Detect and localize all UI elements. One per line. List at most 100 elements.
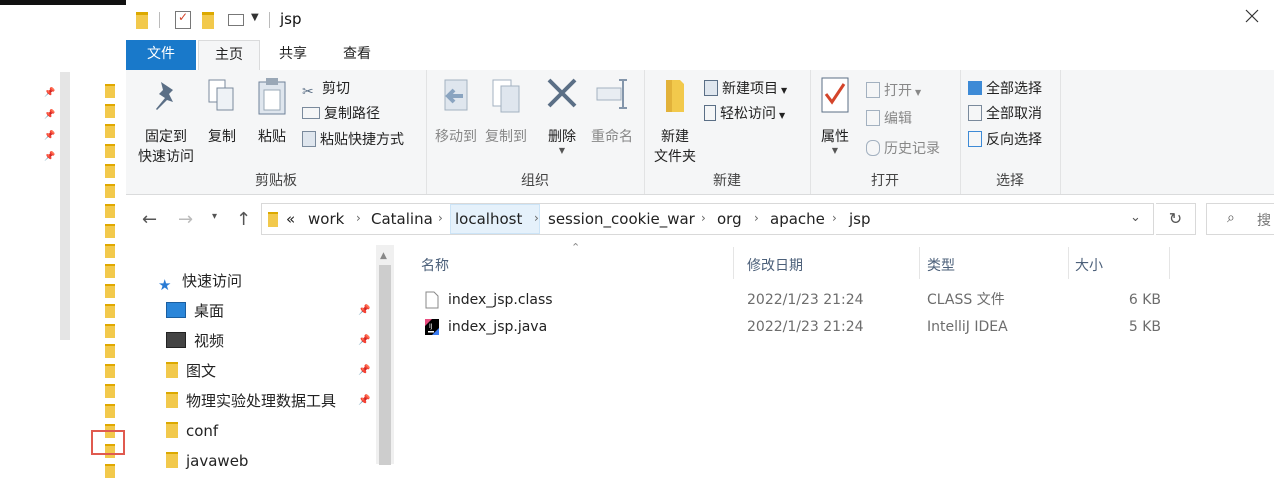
paste-icon	[258, 78, 286, 115]
breadcrumb-org[interactable]: org	[717, 210, 742, 228]
column-divider[interactable]	[919, 247, 920, 279]
new-item-icon	[704, 80, 718, 96]
delete-label: 删除	[548, 129, 576, 145]
column-divider[interactable]	[1068, 247, 1069, 279]
nav-item-conf[interactable]: conf	[166, 419, 218, 443]
refresh-button[interactable]: ↻	[1156, 203, 1196, 235]
new-folder-icon[interactable]	[202, 12, 214, 29]
tab-share[interactable]: 共享	[268, 40, 318, 70]
chevron-down-icon[interactable]: ▼	[251, 12, 259, 23]
chevron-right-icon[interactable]: ›	[356, 211, 361, 225]
breadcrumb-session-cookie-war[interactable]: session_cookie_war	[548, 210, 695, 228]
up-button[interactable]: ↑	[236, 209, 251, 230]
scissors-icon: ✂	[302, 84, 314, 100]
recent-locations-chevron-icon[interactable]: ▾	[212, 211, 217, 222]
nav-item-javaweb[interactable]: javaweb	[166, 449, 248, 473]
easy-access-button[interactable]: 轻松访问 ▼	[704, 103, 785, 125]
easy-access-label: 轻松访问	[720, 106, 776, 122]
scrollbar-thumb[interactable]	[379, 265, 391, 465]
chevron-down-icon[interactable]: ▼	[542, 146, 582, 155]
copy-to-button[interactable]: 复制到	[482, 76, 530, 146]
nav-item-video[interactable]: 视频	[166, 329, 224, 353]
edit-button[interactable]: 编辑	[866, 108, 912, 130]
chevron-right-icon[interactable]: ›	[832, 211, 837, 225]
chevron-right-icon[interactable]: ›	[754, 211, 759, 225]
select-all-button[interactable]: 全部选择	[968, 78, 1042, 100]
nav-item-physics-tools[interactable]: 物理实验处理数据工具	[166, 389, 336, 413]
tab-view[interactable]: 查看	[332, 40, 382, 70]
table-row[interactable]: IJ index_jsp.java 2022/1/23 21:24 Intell…	[411, 314, 1274, 340]
move-to-label: 移动到	[435, 129, 477, 145]
breadcrumb-jsp[interactable]: jsp	[849, 210, 871, 228]
cut-button[interactable]: ✂ 剪切	[302, 78, 350, 100]
new-group-label: 新建	[713, 173, 741, 189]
paste-button[interactable]: 粘贴	[252, 76, 292, 146]
refresh-icon: ↻	[1168, 209, 1183, 228]
select-none-label: 全部取消	[986, 106, 1042, 122]
divider	[159, 12, 160, 28]
table-row[interactable]: index_jsp.class 2022/1/23 21:24 CLASS 文件…	[411, 287, 1274, 313]
background-window: 📌 📌 📌 📌	[0, 0, 126, 478]
pin-icon[interactable]: 📌	[358, 365, 370, 376]
video-icon	[166, 331, 186, 348]
tab-file[interactable]: 文件	[126, 40, 196, 70]
edit-icon	[866, 110, 880, 126]
pin-icon[interactable]: 📌	[358, 395, 370, 406]
class-file-icon	[425, 291, 439, 309]
paste-shortcut-button[interactable]: 粘贴快捷方式	[302, 129, 404, 151]
history-button[interactable]: 历史记录	[866, 138, 940, 160]
delete-button[interactable]: 删除 ▼	[542, 76, 582, 155]
pin-label-line1: 固定到	[145, 129, 187, 145]
column-header-name[interactable]: 名称	[421, 251, 449, 281]
properties-button[interactable]: 属性 ▼	[816, 76, 854, 155]
background-window-titlebar	[0, 0, 126, 5]
organize-group: 移动到 复制到 删除 ▼ 重命名 组织	[426, 70, 645, 194]
open-button[interactable]: 打开 ▼	[866, 80, 921, 102]
chevron-down-icon[interactable]: ▼	[816, 146, 854, 155]
nav-item-desktop[interactable]: 桌面	[166, 299, 224, 323]
search-box[interactable]: ⌕ 搜	[1206, 203, 1274, 235]
column-divider[interactable]	[733, 247, 734, 279]
breadcrumb-catalina[interactable]: Catalina	[371, 210, 433, 228]
pin-to-quick-access-button[interactable]: 固定到 快速访问	[132, 76, 200, 166]
address-bar[interactable]: « work › Catalina › localhost › session_…	[261, 203, 1154, 235]
pin-icon[interactable]: 📌	[358, 305, 370, 316]
scroll-up-icon[interactable]: ▲	[380, 251, 387, 261]
breadcrumb-apache[interactable]: apache	[770, 210, 825, 228]
select-none-button[interactable]: 全部取消	[968, 103, 1042, 125]
chevron-down-icon[interactable]: ⌄	[1130, 210, 1141, 225]
column-header-date[interactable]: 修改日期	[747, 251, 803, 281]
quick-access-item[interactable]: ★ 快速访问	[158, 269, 242, 294]
copy-path-button[interactable]: 复制路径	[302, 103, 380, 125]
invert-selection-button[interactable]: 反向选择	[968, 129, 1042, 151]
new-item-button[interactable]: 新建项目 ▼	[704, 78, 787, 100]
column-header-size[interactable]: 大小	[1075, 251, 1103, 281]
navigation-pane: ★ 快速访问 桌面 📌 视频 📌 图文 📌 物理实验处理数据工具 📌 conf j…	[126, 245, 396, 470]
close-icon[interactable]	[1244, 8, 1260, 24]
breadcrumb-localhost[interactable]: localhost	[455, 210, 522, 228]
nav-scrollbar[interactable]: ▲	[376, 245, 394, 465]
file-list: ⌃ 名称 修改日期 类型 大小 index_jsp.class 2022/1/2…	[411, 241, 1274, 464]
column-divider[interactable]	[1169, 247, 1170, 279]
chevron-right-icon[interactable]: ›	[701, 211, 706, 225]
properties-icon[interactable]	[175, 10, 191, 29]
tab-home[interactable]: 主页	[198, 40, 260, 70]
new-folder-button[interactable]: 新建 文件夹	[650, 76, 700, 166]
chevron-down-icon: ▼	[781, 86, 788, 95]
chevron-right-icon[interactable]: ›	[438, 211, 443, 225]
column-header-type[interactable]: 类型	[927, 251, 955, 281]
back-button[interactable]: ←	[142, 209, 157, 230]
nav-item-tuwen[interactable]: 图文	[166, 359, 216, 383]
pin-icon: 📌	[44, 152, 56, 162]
background-scrollbar	[60, 72, 70, 340]
move-to-button[interactable]: 移动到	[432, 76, 480, 146]
rename-button[interactable]: 重命名	[586, 76, 638, 146]
pin-icon[interactable]: 📌	[358, 335, 370, 346]
breadcrumb-overflow[interactable]: «	[286, 210, 295, 228]
breadcrumb-work[interactable]: work	[308, 210, 344, 228]
chevron-right-icon[interactable]: ›	[534, 211, 539, 225]
copy-button[interactable]: 复制	[204, 76, 240, 146]
rename-icon[interactable]	[228, 14, 244, 26]
forward-button[interactable]: →	[178, 209, 193, 230]
open-icon	[866, 82, 880, 98]
